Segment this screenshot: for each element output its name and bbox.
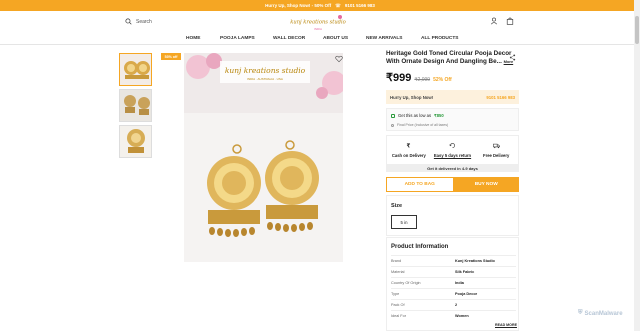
- purchase-buttons: ADD TO BAG BUY NOW: [386, 177, 519, 192]
- truck-icon: [492, 143, 500, 149]
- info-key: Brand: [391, 259, 402, 263]
- main-product-image[interactable]: kunj kreations studio INDIA · AUSTRALIA …: [184, 53, 343, 262]
- read-more-link[interactable]: READ MORE: [495, 323, 517, 327]
- product-title-text: Heritage Gold Toned Circular Pooja Decor…: [386, 50, 512, 65]
- tax-note-text: Final Price (Inclusive of all taxes): [397, 123, 449, 127]
- info-row: Brand Kunj Kreations Studio: [391, 255, 516, 266]
- user-icon[interactable]: [490, 17, 498, 25]
- info-row: Pack Of 2: [391, 299, 516, 310]
- shield-icon: ⛨: [578, 310, 583, 316]
- size-label: Size: [391, 203, 403, 209]
- feature-cod-label: Cash on Delivery: [391, 153, 426, 158]
- offer-tag-icon: [391, 113, 395, 118]
- shopping-bag-icon[interactable]: [506, 17, 514, 25]
- hurry-text: Hurry Up, Shop Now!: [390, 94, 434, 100]
- size-option-selected[interactable]: 5 in: [391, 215, 417, 229]
- tax-note: Final Price (Inclusive of all taxes): [391, 123, 448, 127]
- info-value: Kunj Kreations Studio: [455, 259, 495, 263]
- promo-bar: Hurry Up, Shop Now! - 50% Off ☏ 9101 516…: [0, 0, 640, 11]
- return-icon: [449, 143, 455, 148]
- thumbnail-1[interactable]: [119, 53, 152, 86]
- nav-about-us[interactable]: ABOUT US: [323, 36, 348, 41]
- promo-phone[interactable]: 9101 5166 983: [345, 3, 375, 8]
- thumbnail-list: [119, 53, 153, 161]
- feature-cod: ₹ Cash on Delivery: [387, 136, 431, 164]
- thumbnail-2[interactable]: [119, 89, 152, 122]
- info-row: Country Of Origin India: [391, 277, 516, 288]
- nav-all-products[interactable]: ALL PRODUCTS: [421, 36, 459, 41]
- product-header: Heritage Gold Toned Circular Pooja Decor…: [386, 50, 520, 66]
- scrollbar-track[interactable]: [634, 0, 640, 331]
- image-logo: kunj kreations studio: [225, 66, 306, 75]
- logo-text: kunj kreations studio: [290, 20, 346, 26]
- nav-wall-decor[interactable]: WALL DECOR: [273, 36, 305, 41]
- product-info-title: Product Information: [391, 244, 449, 250]
- info-row: Ideal For Women: [391, 310, 516, 321]
- size-section: Size 5 in: [386, 195, 519, 236]
- buy-now-button[interactable]: BUY NOW: [453, 177, 519, 192]
- info-value: Women: [455, 314, 469, 318]
- product-title: Heritage Gold Toned Circular Pooja Decor…: [386, 50, 520, 66]
- thumbnail-3[interactable]: [119, 125, 152, 158]
- info-value: Silk Fabric: [455, 270, 475, 274]
- sale-price: ₹999: [386, 72, 412, 84]
- best-price-offer[interactable]: Get this as low as ₹850: [391, 113, 444, 118]
- product-information: Product Information Brand Kunj Kreations …: [386, 237, 519, 331]
- info-row: Material Silk Fabric: [391, 266, 516, 277]
- hurry-phone[interactable]: 9101 5166 983: [486, 95, 515, 100]
- info-key: Pack Of: [391, 303, 405, 307]
- nav-pooja-lamps[interactable]: POOJA LAMPS: [220, 36, 255, 41]
- discount-percent: 52% Off: [433, 77, 452, 83]
- search-icon: [125, 18, 132, 25]
- watermark: ⛨ ScanMalware: [578, 310, 623, 317]
- info-row: Type Pooja Decor: [391, 288, 516, 299]
- feature-return-label[interactable]: Easy 5 days return: [434, 153, 471, 158]
- svg-text:₹: ₹: [407, 143, 411, 149]
- delivery-estimate: Get it delivered in 4-9 days: [386, 165, 519, 172]
- info-key: Country Of Origin: [391, 281, 421, 285]
- info-key: Material: [391, 270, 405, 274]
- nav-home[interactable]: HOME: [186, 36, 200, 41]
- search-input[interactable]: Search: [136, 19, 152, 25]
- phone-icon: ☏: [335, 2, 341, 8]
- rupee-icon: ₹: [407, 143, 411, 149]
- add-to-bag-button[interactable]: ADD TO BAG: [386, 177, 454, 192]
- site-header: Search kunj kreations studio INDIA: [0, 11, 640, 35]
- search-box[interactable]: Search: [125, 18, 152, 25]
- scrollbar-thumb[interactable]: [635, 16, 639, 44]
- offer-box: Get this as low as ₹850 Final Price (Inc…: [386, 108, 519, 131]
- hurry-banner: Hurry Up, Shop Now! 9101 5166 983: [386, 90, 519, 104]
- logo-sub: INDIA: [314, 27, 322, 31]
- info-icon: [391, 123, 394, 127]
- nav-new-arrivals[interactable]: NEW ARRIVALS: [366, 36, 403, 41]
- info-value: Pooja Decor: [455, 292, 478, 296]
- watermark-text: ScanMalware: [584, 310, 623, 317]
- wishlist-heart-icon[interactable]: [335, 55, 343, 63]
- mrp-price: ₹2,099: [414, 77, 431, 83]
- image-logo-sub: INDIA · AUSTRALIA · USA: [247, 77, 283, 81]
- info-key: Type: [391, 292, 400, 296]
- promo-text: Hurry Up, Shop Now! - 50% Off: [265, 3, 332, 8]
- offer-price: ₹850: [434, 113, 444, 118]
- main-nav: HOME POOJA LAMPS WALL DECOR ABOUT US NEW…: [0, 35, 640, 45]
- feature-free-delivery: Free Delivery: [474, 136, 518, 164]
- feature-strip: ₹ Cash on Delivery Easy 5 days return Fr…: [386, 135, 519, 165]
- info-key: Ideal For: [391, 314, 406, 318]
- feature-delivery-label: Free Delivery: [483, 153, 510, 158]
- brand-logo[interactable]: kunj kreations studio INDIA: [290, 14, 346, 33]
- info-value: India: [455, 281, 464, 285]
- feature-return[interactable]: Easy 5 days return: [431, 136, 475, 164]
- share-icon[interactable]: [509, 54, 516, 61]
- discount-badge: 53% off: [161, 53, 181, 60]
- info-value: 2: [455, 303, 458, 307]
- price-row: ₹999 ₹2,099 52% Off: [386, 71, 452, 84]
- offer-prefix: Get this as low as: [398, 113, 432, 118]
